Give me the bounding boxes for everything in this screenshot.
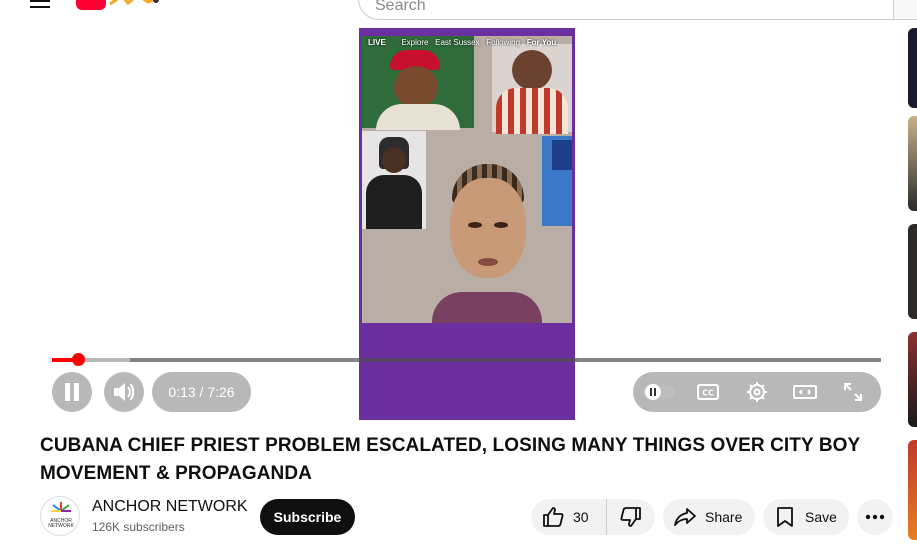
recommended-thumbnail[interactable] xyxy=(908,224,917,319)
share-button[interactable]: Share xyxy=(663,499,755,535)
svg-text:CC: CC xyxy=(702,389,714,398)
volume-icon xyxy=(114,383,135,401)
subscribe-button[interactable]: Subscribe xyxy=(260,499,355,535)
live-label: LIVE xyxy=(368,38,386,47)
volume-button[interactable] xyxy=(104,372,144,412)
video-content: LIVE Explore East Sussex Following For Y… xyxy=(362,36,572,323)
channel-name[interactable]: ANCHOR NETWORK xyxy=(92,498,248,516)
share-icon xyxy=(674,508,696,526)
gear-icon[interactable] xyxy=(745,380,769,404)
save-button[interactable]: Save xyxy=(763,499,849,535)
pause-icon xyxy=(65,383,79,401)
video-tile-mid-right xyxy=(542,136,572,226)
youtube-watch-page: Search LIVE Explore East Sussex Followin… xyxy=(0,0,917,544)
video-overlay-bar: LIVE Explore East Sussex Following For Y… xyxy=(362,36,572,50)
closed-captions-icon[interactable]: CC xyxy=(696,380,720,404)
following-label: Following xyxy=(486,38,521,47)
for-you-label: For You xyxy=(526,38,557,47)
save-label: Save xyxy=(805,509,837,525)
recommended-thumbnail[interactable] xyxy=(908,28,917,108)
video-tile-mid-left xyxy=(362,131,426,229)
video-tile-top-right xyxy=(492,44,572,134)
right-controls: CC xyxy=(633,372,881,412)
logo-doodle-icon xyxy=(109,0,159,6)
recommended-thumbnail[interactable] xyxy=(908,440,917,540)
recommended-thumbnail[interactable] xyxy=(908,116,917,211)
scrubber-handle[interactable] xyxy=(71,353,85,366)
like-button[interactable]: 30 xyxy=(531,499,607,535)
like-dislike-group: 30 xyxy=(531,499,655,535)
channel-avatar[interactable]: ANCHOR NETWORK xyxy=(40,496,80,536)
channel-avatar-text: ANCHOR NETWORK xyxy=(48,518,74,529)
like-count: 30 xyxy=(573,509,589,525)
menu-icon[interactable] xyxy=(30,0,50,8)
dislike-button[interactable] xyxy=(607,499,655,535)
progress-bar[interactable] xyxy=(52,353,881,366)
thumbs-down-icon xyxy=(620,507,641,527)
more-horizontal-icon xyxy=(865,514,885,520)
youtube-logo[interactable] xyxy=(76,0,106,10)
search-button[interactable] xyxy=(893,0,917,20)
thumbs-up-icon xyxy=(543,507,564,527)
location-label: East Sussex xyxy=(435,38,480,47)
explore-label: Explore xyxy=(401,38,429,47)
bookmark-icon xyxy=(777,507,793,527)
pause-button[interactable] xyxy=(52,372,92,412)
subscriber-count: 126K subscribers xyxy=(92,520,185,534)
search-input[interactable]: Search xyxy=(358,0,898,20)
recommended-thumbnail[interactable] xyxy=(908,332,917,427)
time-display: 0:13 / 7:26 xyxy=(152,372,251,412)
share-label: Share xyxy=(705,509,743,525)
more-actions-button[interactable] xyxy=(857,499,893,535)
autoplay-toggle-icon[interactable] xyxy=(641,380,677,404)
theater-mode-icon[interactable] xyxy=(793,380,817,404)
woman-figure xyxy=(432,164,542,323)
fullscreen-icon[interactable] xyxy=(841,380,865,404)
video-title: CUBANA CHIEF PRIEST PROBLEM ESCALATED, L… xyxy=(40,435,860,484)
